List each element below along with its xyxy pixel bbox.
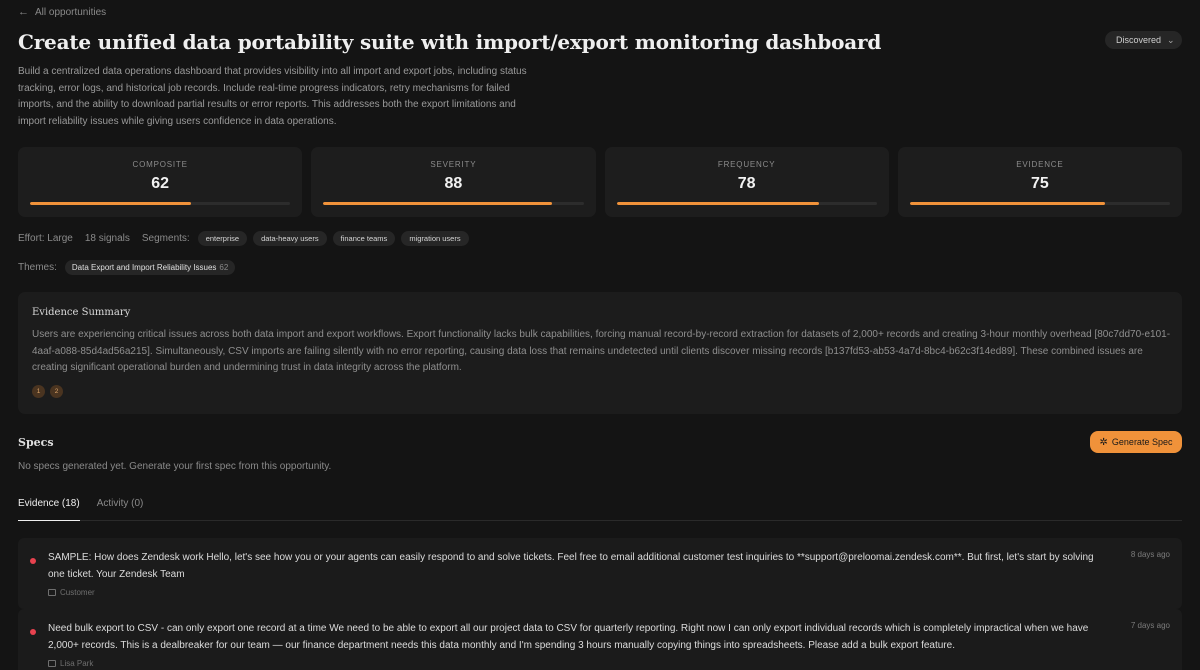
back-link-label: All opportunities xyxy=(35,6,107,18)
specs-empty-state: No specs generated yet. Generate your fi… xyxy=(18,461,332,472)
sparkle-icon: ✲ xyxy=(1099,436,1108,448)
tab-evidence[interactable]: Evidence (18) xyxy=(18,492,80,521)
chevron-down-icon: ⌄ xyxy=(1167,34,1175,45)
evidence-author: Lisa Park xyxy=(48,659,93,668)
evidence-text: Need bulk export to CSV - can only expor… xyxy=(48,623,1089,651)
metrics-row: COMPOSITE 62 SEVERITY 88 FREQUENCY 78 EV… xyxy=(18,147,1182,217)
metric-progress-track xyxy=(616,202,877,205)
metric-label: COMPOSITE xyxy=(132,160,188,169)
evidence-item[interactable]: Need bulk export to CSV - can only expor… xyxy=(18,609,1182,670)
segments-label: Segments: xyxy=(141,233,190,244)
metric-value: 75 xyxy=(1030,175,1049,192)
metric-progress-fill xyxy=(323,202,553,205)
segment-chip[interactable]: enterprise xyxy=(197,231,248,246)
metric-value: 88 xyxy=(444,175,463,192)
metric-card-frequency: FREQUENCY 78 xyxy=(604,147,889,217)
evidence-author: Customer xyxy=(48,588,95,597)
metric-value: 62 xyxy=(151,175,170,192)
evidence-summary-card: Evidence Summary Users are experiencing … xyxy=(18,292,1182,414)
generate-spec-label: Generate Spec xyxy=(1111,437,1173,447)
back-to-opportunities-link[interactable]: ← All opportunities xyxy=(18,6,106,18)
theme-name: Data Export and Import Reliability Issue… xyxy=(71,263,217,272)
specs-section-title: Specs xyxy=(18,436,54,449)
metric-progress-fill xyxy=(30,202,192,205)
metric-progress-track xyxy=(909,202,1170,205)
evidence-list: SAMPLE: How does Zendesk work Hello, let… xyxy=(18,538,1182,670)
opportunity-description: Build a centralized data operations dash… xyxy=(18,66,527,127)
unread-indicator xyxy=(30,629,36,635)
citation-list: 1 2 xyxy=(32,385,63,398)
metric-card-severity: SEVERITY 88 xyxy=(311,147,596,217)
evidence-item[interactable]: SAMPLE: How does Zendesk work Hello, let… xyxy=(18,538,1182,609)
evidence-author-name: Customer xyxy=(60,588,95,597)
segment-chip[interactable]: finance teams xyxy=(332,231,396,246)
metric-progress-track xyxy=(30,202,291,205)
meta-row: Effort: Large 18 signals Segments: enter… xyxy=(18,231,475,246)
signals-count: 18 signals xyxy=(84,233,130,244)
metric-label: SEVERITY xyxy=(430,160,477,169)
metric-progress-fill xyxy=(909,202,1105,205)
metric-card-evidence: EVIDENCE 75 xyxy=(897,147,1182,217)
metric-label: EVIDENCE xyxy=(1016,160,1064,169)
metric-progress-fill xyxy=(616,202,820,205)
evidence-timestamp: 7 days ago xyxy=(1130,621,1170,630)
metric-progress-track xyxy=(323,202,584,205)
evidence-timestamp: 8 days ago xyxy=(1130,550,1170,559)
status-value: Discovered xyxy=(1116,35,1162,45)
arrow-left-icon: ← xyxy=(18,6,29,18)
message-icon xyxy=(48,589,56,596)
status-dropdown[interactable]: Discovered ⌄ xyxy=(1105,31,1182,49)
evidence-author-name: Lisa Park xyxy=(60,659,94,668)
evidence-summary-text: Users are experiencing critical issues a… xyxy=(32,329,1171,373)
effort-text: Effort: Large xyxy=(18,233,73,244)
citation-badge[interactable]: 1 xyxy=(32,385,45,398)
message-icon xyxy=(48,660,56,667)
metric-label: FREQUENCY xyxy=(717,160,776,169)
theme-chip[interactable]: Data Export and Import Reliability Issue… xyxy=(64,260,236,275)
evidence-text: SAMPLE: How does Zendesk work Hello, let… xyxy=(48,552,1094,580)
metric-value: 78 xyxy=(737,175,756,192)
theme-count: 62 xyxy=(219,263,229,272)
segment-chip[interactable]: data-heavy users xyxy=(253,231,327,246)
generate-spec-button[interactable]: ✲ Generate Spec xyxy=(1090,431,1182,453)
page-title: Create unified data portability suite wi… xyxy=(18,30,882,54)
tab-activity[interactable]: Activity (0) xyxy=(97,492,144,521)
segment-chip[interactable]: migration users xyxy=(401,231,469,246)
themes-row: Themes: Data Export and Import Reliabili… xyxy=(18,260,236,275)
citation-badge[interactable]: 2 xyxy=(50,385,63,398)
tab-bar: Evidence (18) Activity (0) xyxy=(18,492,1182,521)
evidence-summary-title: Evidence Summary xyxy=(32,307,131,318)
themes-label: Themes: xyxy=(18,262,57,273)
metric-card-composite: COMPOSITE 62 xyxy=(18,147,303,217)
unread-indicator xyxy=(30,558,36,564)
